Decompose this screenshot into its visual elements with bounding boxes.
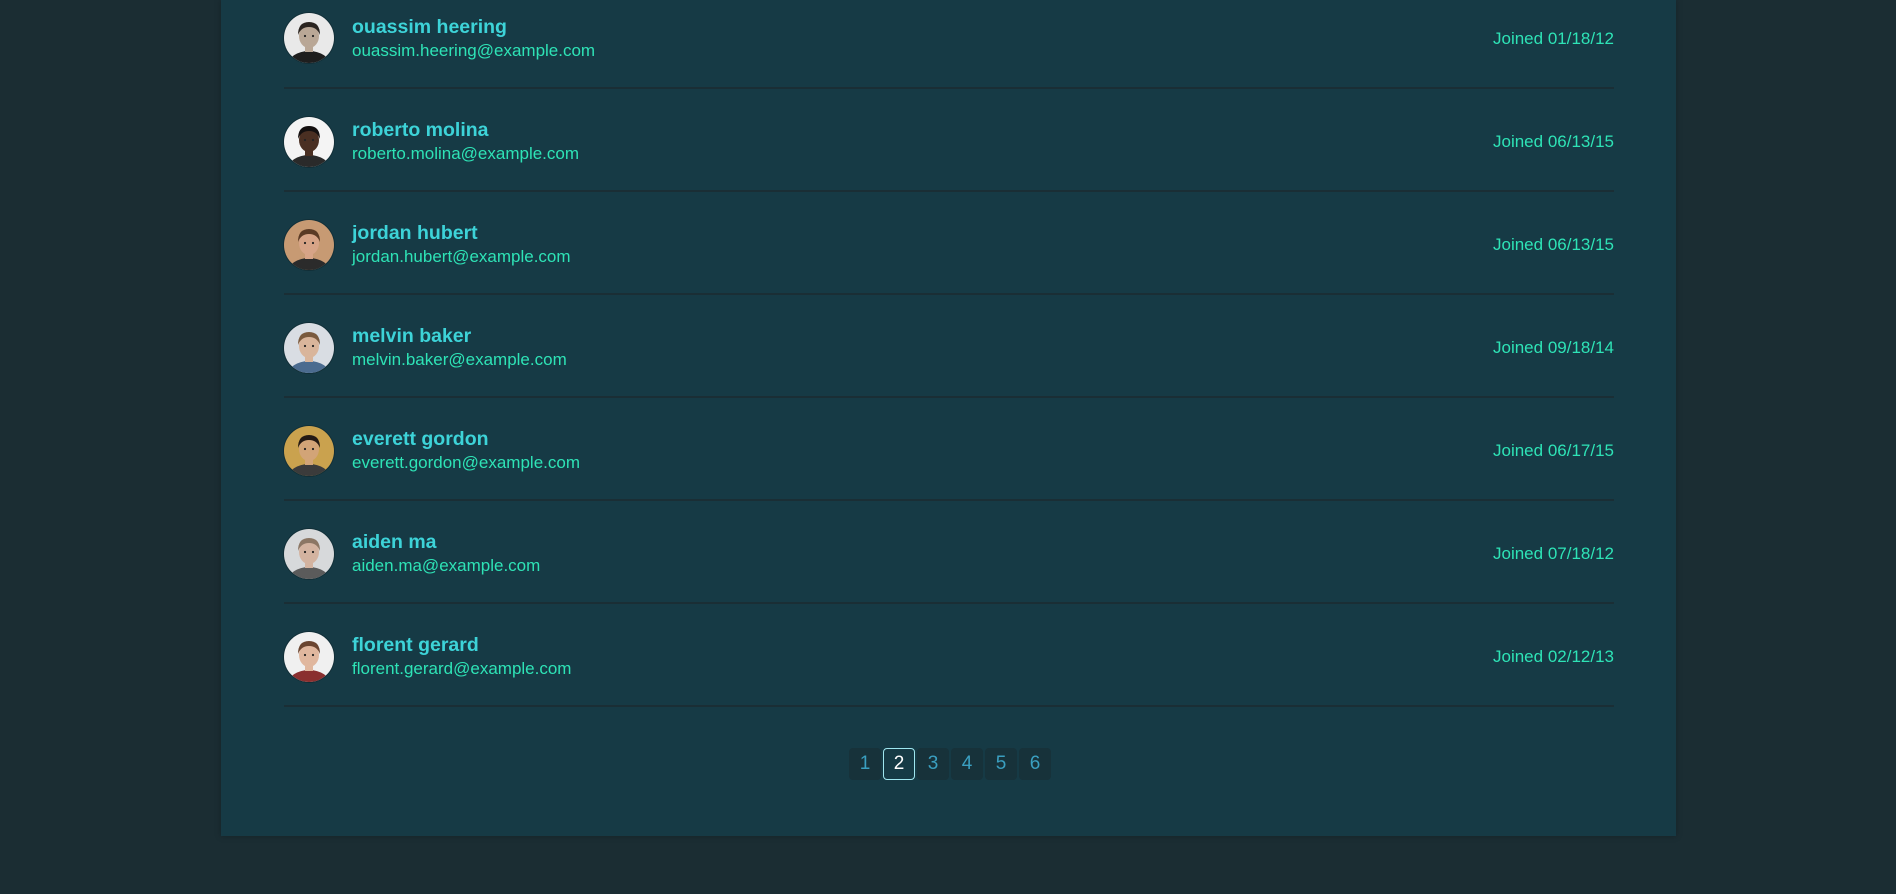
user-name[interactable]: roberto molina: [352, 119, 489, 142]
user-name[interactable]: aiden ma: [352, 531, 437, 554]
page-button-5[interactable]: 5: [985, 748, 1017, 780]
user-email[interactable]: jordan.hubert@example.com: [352, 247, 571, 267]
page-button-1[interactable]: 1: [849, 748, 881, 780]
user-list: ouassim heering ouassim.heering@example.…: [284, 0, 1614, 707]
avatar[interactable]: [284, 632, 334, 682]
page-button-4[interactable]: 4: [951, 748, 983, 780]
avatar[interactable]: [284, 13, 334, 63]
user-email[interactable]: florent.gerard@example.com: [352, 659, 571, 679]
user-row[interactable]: melvin baker melvin.baker@example.com Jo…: [284, 295, 1614, 398]
user-avatar-icon: [284, 529, 334, 579]
joined-date: Joined 06/17/15: [1493, 441, 1614, 460]
user-email[interactable]: melvin.baker@example.com: [352, 350, 567, 370]
joined-date: Joined 02/12/13: [1493, 647, 1614, 666]
user-avatar-icon: [284, 426, 334, 476]
joined-date: Joined 07/18/12: [1493, 544, 1614, 563]
user-avatar-icon: [284, 13, 334, 63]
user-name[interactable]: jordan hubert: [352, 222, 478, 245]
joined-date: Joined 06/13/15: [1493, 235, 1614, 254]
page-button-3[interactable]: 3: [917, 748, 949, 780]
user-avatar-icon: [284, 220, 334, 270]
user-avatar-icon: [284, 323, 334, 373]
user-row[interactable]: ouassim heering ouassim.heering@example.…: [284, 0, 1614, 89]
pagination: 1 2 3 4 5 6: [849, 748, 1053, 780]
user-row[interactable]: roberto molina roberto.molina@example.co…: [284, 89, 1614, 192]
user-name[interactable]: everett gordon: [352, 428, 489, 451]
user-email[interactable]: roberto.molina@example.com: [352, 144, 579, 164]
avatar[interactable]: [284, 323, 334, 373]
user-name[interactable]: ouassim heering: [352, 16, 507, 39]
joined-date: Joined 06/13/15: [1493, 132, 1614, 151]
avatar[interactable]: [284, 117, 334, 167]
user-email[interactable]: ouassim.heering@example.com: [352, 41, 595, 61]
user-row[interactable]: jordan hubert jordan.hubert@example.com …: [284, 192, 1614, 295]
user-row[interactable]: aiden ma aiden.ma@example.com Joined 07/…: [284, 501, 1614, 604]
page-button-2[interactable]: 2: [883, 748, 915, 780]
user-name[interactable]: melvin baker: [352, 325, 471, 348]
user-email[interactable]: aiden.ma@example.com: [352, 556, 540, 576]
user-avatar-icon: [284, 632, 334, 682]
user-row[interactable]: everett gordon everett.gordon@example.co…: [284, 398, 1614, 501]
avatar[interactable]: [284, 426, 334, 476]
joined-date: Joined 09/18/14: [1493, 338, 1614, 357]
user-email[interactable]: everett.gordon@example.com: [352, 453, 580, 473]
joined-date: Joined 01/18/12: [1493, 29, 1614, 48]
user-name[interactable]: florent gerard: [352, 634, 479, 657]
avatar[interactable]: [284, 529, 334, 579]
user-avatar-icon: [284, 117, 334, 167]
page-button-6[interactable]: 6: [1019, 748, 1051, 780]
users-panel: ouassim heering ouassim.heering@example.…: [221, 0, 1676, 836]
avatar[interactable]: [284, 220, 334, 270]
user-row[interactable]: florent gerard florent.gerard@example.co…: [284, 604, 1614, 707]
